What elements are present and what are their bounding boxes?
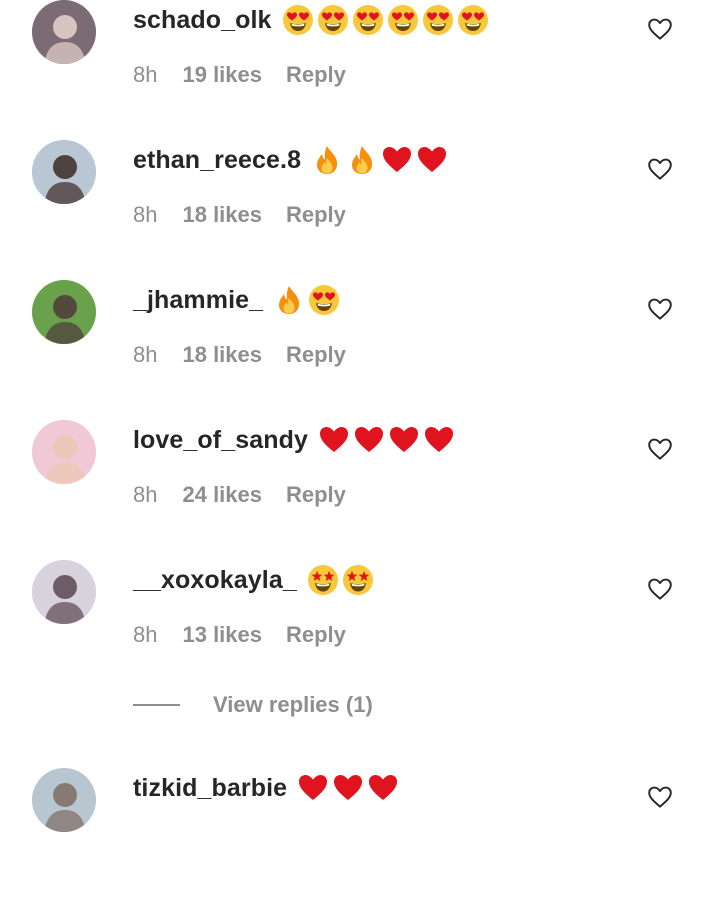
red-heart-icon (299, 775, 328, 800)
comment-time: 8h (133, 622, 158, 647)
star-struck-icon (342, 565, 373, 595)
red-heart-icon (418, 147, 447, 172)
comment-item: _jhammie_ 8h 18 likes Reply (0, 280, 720, 420)
avatar[interactable] (32, 140, 96, 204)
comment-username[interactable]: love_of_sandy (133, 426, 308, 455)
comment-emojis (297, 772, 402, 804)
comment-header: schado_olk (133, 0, 492, 40)
red-heart-icon (424, 427, 453, 452)
comment-header: __xoxokayla_ (133, 560, 377, 600)
comment-likes-count[interactable]: 18 likes (182, 202, 262, 228)
fire-icon (279, 286, 300, 314)
replies-divider (133, 704, 180, 706)
comment-username[interactable]: tizkid_barbie (133, 774, 287, 803)
comment-emojis (318, 424, 458, 456)
view-replies-label: View replies (1) (213, 692, 373, 717)
like-heart-icon[interactable] (647, 17, 673, 41)
comment-username[interactable]: schado_olk (133, 6, 272, 35)
comment-header: ethan_reece.8 (133, 140, 451, 180)
heart-eyes-icon (352, 5, 383, 35)
comment-username[interactable]: __xoxokayla_ (133, 566, 297, 595)
comment-meta: 8h 18 likes Reply (133, 202, 346, 228)
like-heart-icon[interactable] (647, 577, 673, 601)
like-heart-icon[interactable] (647, 785, 673, 809)
red-heart-icon (334, 775, 363, 800)
comment-likes-count[interactable]: 24 likes (182, 482, 262, 508)
heart-eyes-icon (317, 5, 348, 35)
heart-eyes-icon (282, 5, 313, 35)
fire-icon (352, 146, 373, 174)
reply-button[interactable]: Reply (286, 482, 346, 508)
red-heart-icon (389, 427, 418, 452)
comment-item: tizkid_barbie (0, 768, 720, 908)
comment-item: love_of_sandy 8h 24 likes Reply (0, 420, 720, 560)
like-heart-icon[interactable] (647, 297, 673, 321)
comment-username[interactable]: ethan_reece.8 (133, 146, 301, 175)
comment-time: 8h (133, 482, 158, 507)
reply-button[interactable]: Reply (286, 62, 346, 88)
star-struck-icon (307, 565, 338, 595)
avatar[interactable] (32, 420, 96, 484)
reply-button[interactable]: Reply (286, 622, 346, 648)
heart-eyes-icon (387, 5, 418, 35)
comment-emojis (311, 144, 451, 176)
comment-header: tizkid_barbie (133, 768, 402, 808)
like-heart-icon[interactable] (647, 437, 673, 461)
comment-header: love_of_sandy (133, 420, 458, 460)
avatar[interactable] (32, 0, 96, 64)
comment-likes-count[interactable]: 19 likes (182, 62, 262, 88)
comment-meta: 8h 19 likes Reply (133, 62, 346, 88)
comment-time: 8h (133, 342, 158, 367)
comment-username[interactable]: _jhammie_ (133, 286, 263, 315)
avatar[interactable] (32, 560, 96, 624)
comment-time: 8h (133, 62, 158, 87)
comment-item: schado_olk 8h 19 likes Reply (0, 0, 720, 140)
red-heart-icon (383, 147, 412, 172)
red-heart-icon (369, 775, 398, 800)
comment-likes-count[interactable]: 18 likes (182, 342, 262, 368)
comment-meta: 8h 24 likes Reply (133, 482, 346, 508)
comment-meta: 8h 18 likes Reply (133, 342, 346, 368)
comment-likes-count[interactable]: 13 likes (182, 622, 262, 648)
comment-emojis (282, 4, 492, 36)
reply-button[interactable]: Reply (286, 342, 346, 368)
comment-item: ethan_reece.8 8h 18 likes Reply (0, 140, 720, 280)
comment-header: _jhammie_ (133, 280, 343, 320)
avatar[interactable] (32, 280, 96, 344)
heart-eyes-icon (309, 285, 340, 315)
avatar[interactable] (32, 768, 96, 832)
heart-eyes-icon (457, 5, 488, 35)
comment-item: __xoxokayla_ 8h 13 likes Reply (0, 560, 720, 700)
comment-emojis (273, 284, 343, 316)
red-heart-icon (319, 427, 348, 452)
heart-eyes-icon (422, 5, 453, 35)
reply-button[interactable]: Reply (286, 202, 346, 228)
comment-emojis (307, 564, 377, 596)
comment-meta: 8h 13 likes Reply (133, 622, 346, 648)
like-heart-icon[interactable] (647, 157, 673, 181)
fire-icon (317, 146, 338, 174)
view-replies-button[interactable]: View replies (1) (133, 688, 373, 722)
red-heart-icon (354, 427, 383, 452)
comment-time: 8h (133, 202, 158, 227)
